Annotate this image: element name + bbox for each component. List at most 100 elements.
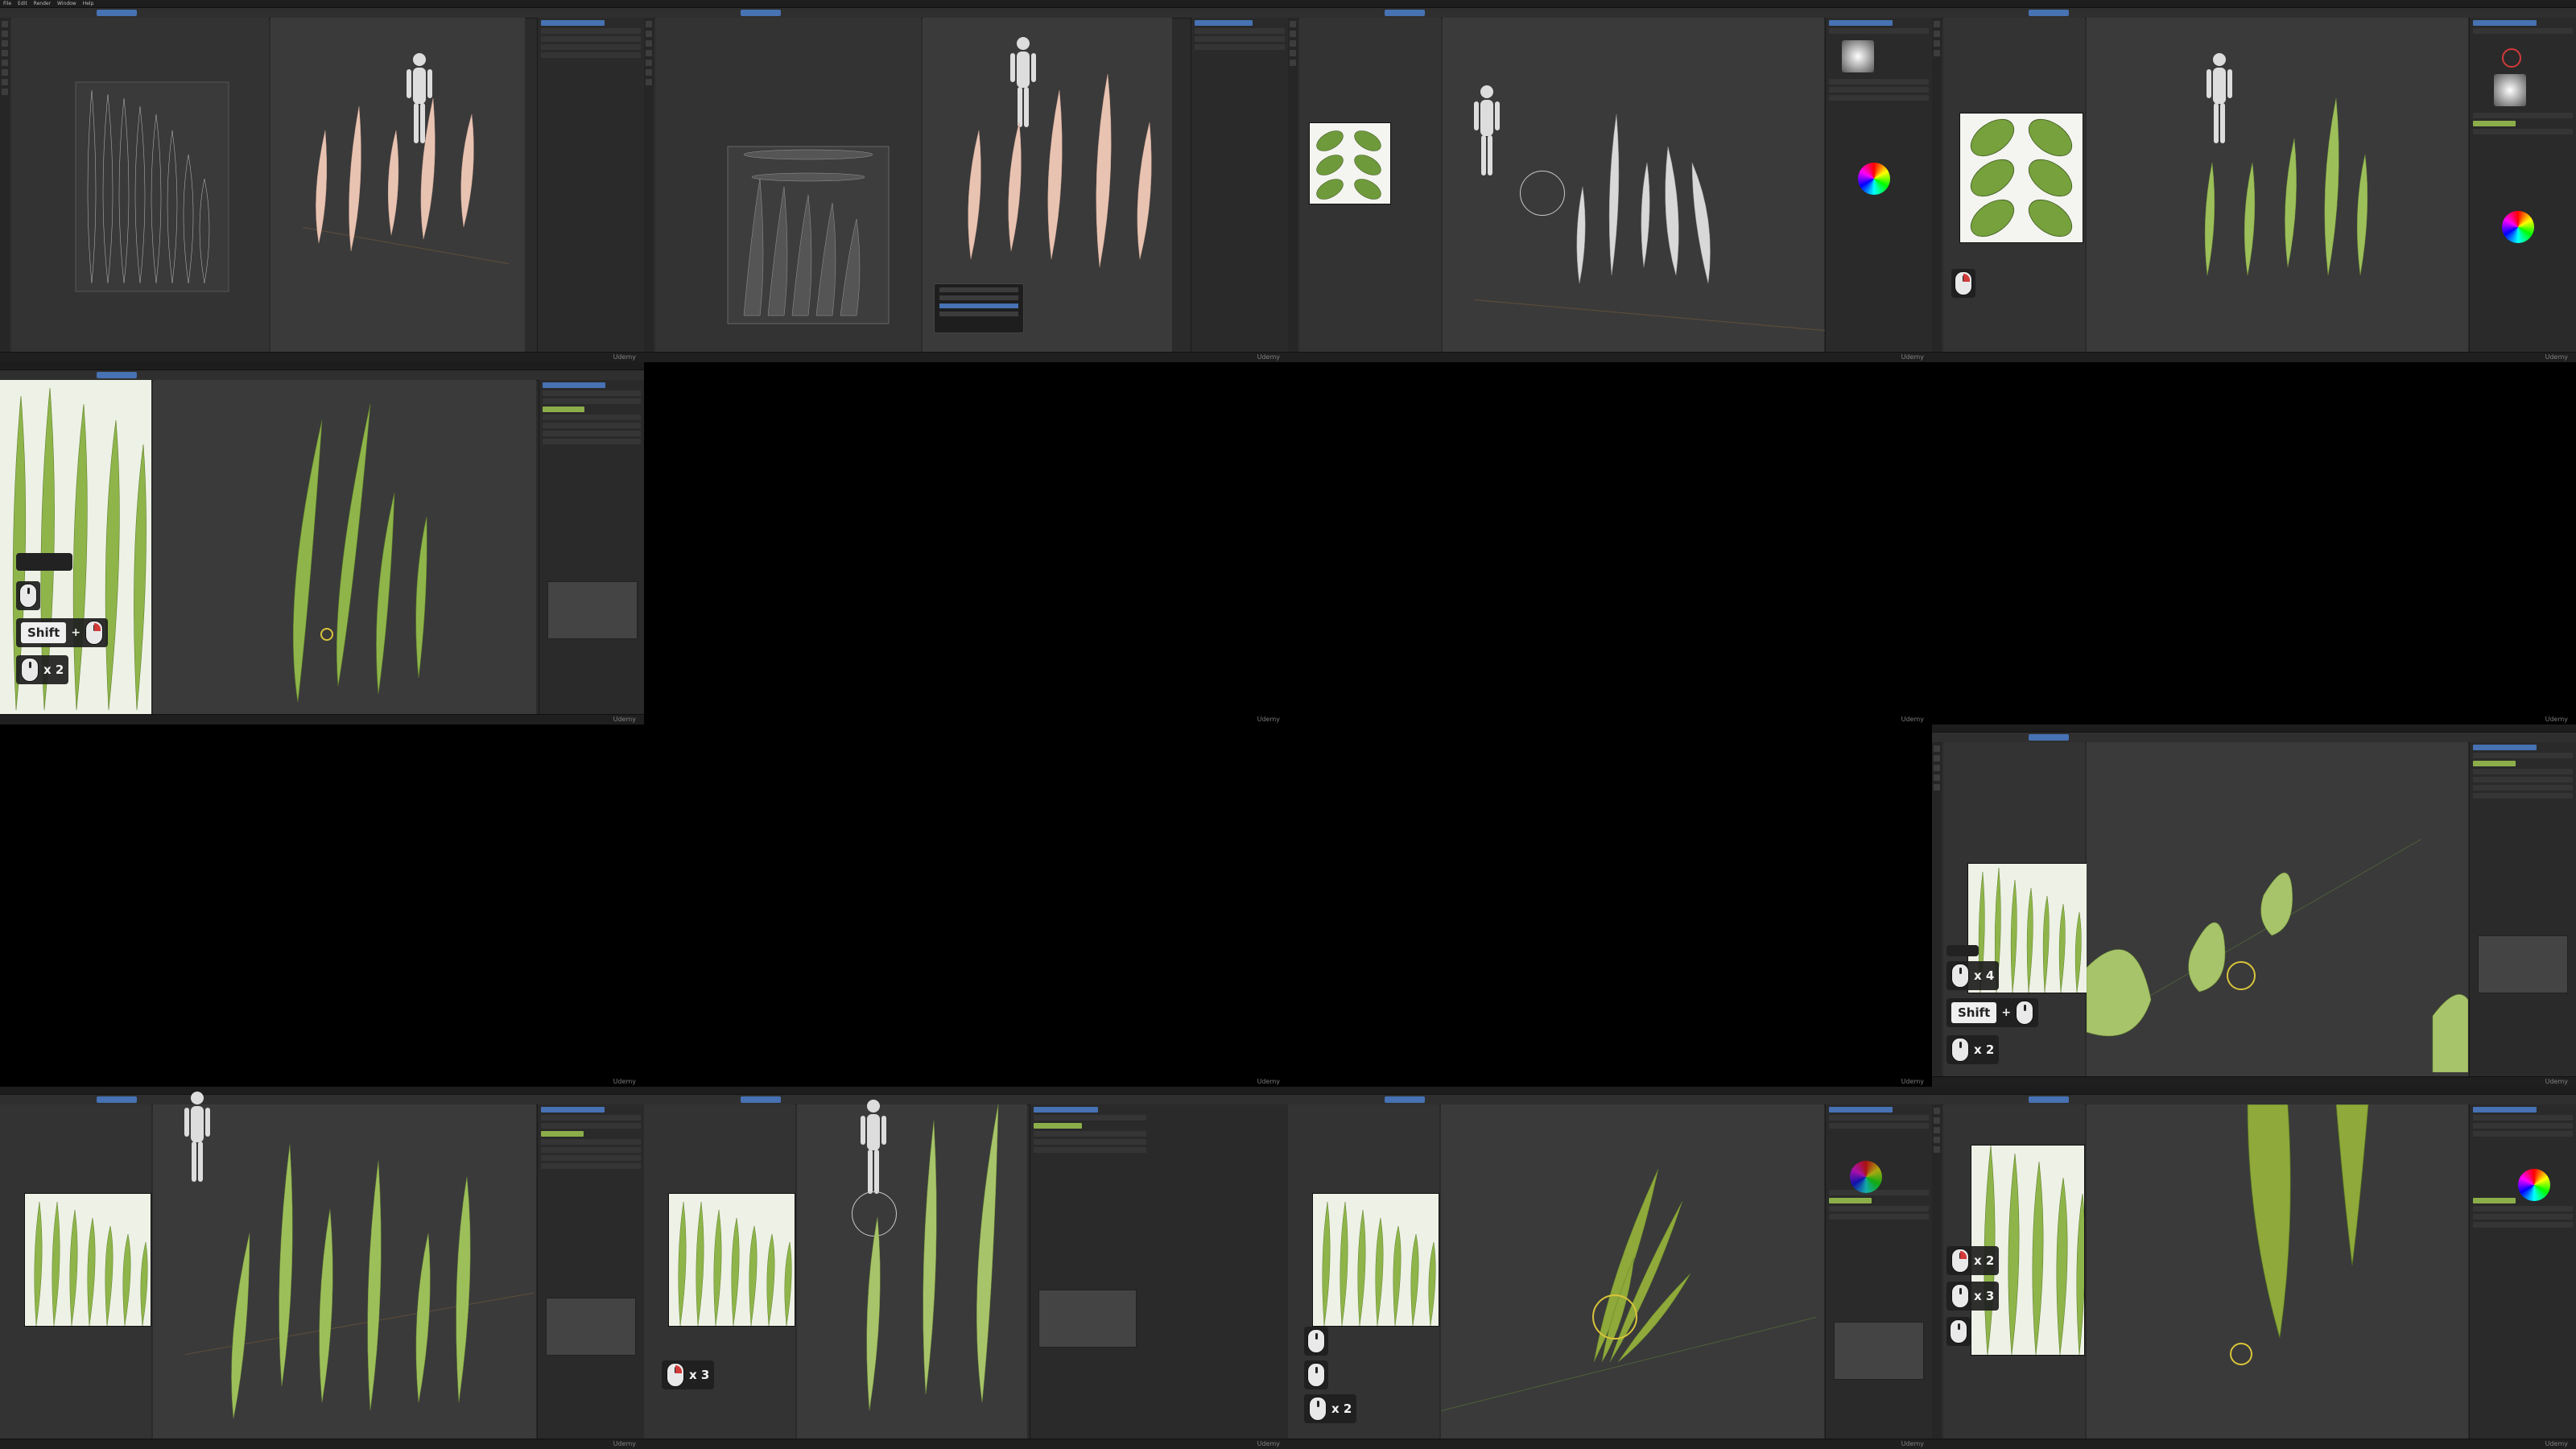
3d-viewport[interactable] bbox=[2086, 742, 2468, 1077]
brush-cursor bbox=[1592, 1294, 1637, 1340]
falloff-curve[interactable] bbox=[1834, 1322, 1924, 1380]
menu-bar bbox=[1932, 724, 2576, 733]
active-mode-button[interactable] bbox=[2029, 1096, 2069, 1103]
mouse-right-click-icon bbox=[667, 1363, 684, 1387]
frame-12: x 4 Shift + x 2 Udemy bbox=[1932, 724, 2576, 1087]
image-editor[interactable]: x 2 bbox=[1288, 1104, 1439, 1439]
menu-bar bbox=[1288, 1087, 1932, 1095]
active-mode-button[interactable] bbox=[97, 372, 137, 378]
watermark: Udemy bbox=[2545, 1078, 2568, 1085]
tool-strip[interactable] bbox=[1932, 18, 1942, 353]
tool-strip[interactable] bbox=[644, 18, 654, 353]
context-popup[interactable] bbox=[934, 283, 1024, 333]
image-editor[interactable] bbox=[1943, 18, 2085, 353]
mouse-left-click-icon bbox=[1307, 1363, 1325, 1387]
3d-viewport[interactable] bbox=[2087, 1104, 2468, 1439]
active-mode-button[interactable] bbox=[1385, 1096, 1425, 1103]
3d-viewport[interactable] bbox=[270, 18, 525, 353]
menu-bar bbox=[1932, 0, 2576, 8]
uv-editor[interactable] bbox=[655, 18, 921, 353]
shift-key-label: Shift bbox=[21, 622, 67, 643]
active-mode-button[interactable] bbox=[741, 10, 781, 16]
grass-blades bbox=[231, 1144, 471, 1419]
falloff-curve[interactable] bbox=[546, 1298, 636, 1356]
active-mode-button[interactable] bbox=[741, 1096, 781, 1103]
3d-viewport[interactable] bbox=[153, 1092, 536, 1439]
color-wheel[interactable] bbox=[1850, 1161, 1882, 1193]
menu-file[interactable]: File bbox=[3, 1, 11, 6]
menu-bar bbox=[0, 362, 644, 370]
falloff-curve[interactable] bbox=[547, 581, 638, 639]
outliner-properties[interactable] bbox=[1191, 18, 1288, 353]
active-mode-button[interactable] bbox=[1385, 10, 1425, 16]
color-wheel[interactable] bbox=[2502, 211, 2534, 243]
tool-strip[interactable] bbox=[1932, 742, 1942, 1077]
frame-4: Udemy bbox=[1932, 0, 2576, 362]
grass-texture bbox=[24, 1193, 151, 1327]
mouse-right-click-icon bbox=[1951, 1249, 1969, 1273]
properties-panel[interactable] bbox=[2469, 18, 2576, 353]
properties-panel[interactable] bbox=[2469, 1104, 2576, 1439]
tool-strip[interactable] bbox=[1932, 1104, 1942, 1439]
3d-viewport[interactable] bbox=[2087, 18, 2468, 353]
frame-3: Udemy bbox=[1288, 0, 1932, 362]
grass-texture bbox=[668, 1193, 795, 1327]
active-mode-button[interactable] bbox=[2029, 734, 2069, 741]
status-bar bbox=[644, 352, 1288, 362]
3d-viewport[interactable] bbox=[797, 1100, 1027, 1439]
uv-wireframe bbox=[75, 81, 229, 292]
mouse-click-badge bbox=[1951, 269, 1975, 298]
active-mode-button[interactable] bbox=[2029, 10, 2069, 16]
frame-10: Udemy bbox=[644, 724, 1288, 1087]
properties-panel[interactable] bbox=[1030, 1104, 1288, 1439]
menu-render[interactable]: Render bbox=[34, 1, 51, 6]
status-bar bbox=[1288, 352, 1932, 362]
image-editor[interactable]: x 2 x 3 bbox=[1943, 1104, 2086, 1439]
video-contact-sheet: File Edit Render Window Help Udemy Udemy… bbox=[0, 0, 2576, 1449]
properties-panel[interactable] bbox=[537, 1104, 644, 1439]
watermark: Udemy bbox=[1257, 1078, 1280, 1085]
color-wheel[interactable] bbox=[2518, 1169, 2550, 1201]
watermark: Udemy bbox=[2545, 716, 2568, 723]
brush-texture-preview[interactable] bbox=[2494, 74, 2526, 106]
tool-strip[interactable] bbox=[1288, 18, 1298, 353]
falloff-curve[interactable] bbox=[1038, 1290, 1137, 1348]
menu-window[interactable]: Window bbox=[57, 1, 76, 6]
3d-viewport[interactable] bbox=[923, 18, 1172, 353]
image-editor[interactable] bbox=[0, 1104, 151, 1439]
click-count-badge: x 4 bbox=[1946, 961, 2000, 990]
frame-13: Udemy bbox=[0, 1087, 644, 1449]
mouse-left-click-icon bbox=[1951, 1284, 1969, 1308]
image-editor[interactable]: x 3 bbox=[644, 1104, 795, 1439]
color-wheel[interactable] bbox=[1858, 163, 1890, 195]
properties-panel[interactable] bbox=[1825, 18, 1932, 353]
frame-9: Udemy bbox=[0, 724, 644, 1087]
image-editor[interactable]: x 4 Shift + x 2 bbox=[1943, 742, 2090, 1077]
brush-texture-preview[interactable] bbox=[1842, 40, 1874, 72]
3d-viewport[interactable] bbox=[1443, 18, 1828, 353]
active-mode-button[interactable] bbox=[97, 10, 137, 16]
properties-panel[interactable] bbox=[1825, 1104, 1932, 1439]
3d-viewport[interactable] bbox=[1440, 1104, 1824, 1439]
watermark: Udemy bbox=[2545, 1440, 2568, 1447]
active-mode-button[interactable] bbox=[97, 1096, 137, 1103]
watermark: Udemy bbox=[1257, 1440, 1280, 1447]
menu-help[interactable]: Help bbox=[83, 1, 94, 6]
properties-panel[interactable] bbox=[539, 380, 644, 715]
image-editor[interactable]: Shift + x 2 bbox=[0, 380, 151, 715]
3d-viewport[interactable] bbox=[153, 380, 536, 715]
outliner-properties[interactable] bbox=[537, 18, 644, 353]
frame-14: x 3 Udemy bbox=[644, 1087, 1288, 1449]
falloff-curve[interactable] bbox=[2478, 935, 2568, 993]
leaf-planes-peach bbox=[968, 73, 1152, 268]
mouse-right-click-icon bbox=[1955, 271, 1972, 295]
watermark: Udemy bbox=[613, 353, 636, 361]
uv-editor[interactable] bbox=[11, 18, 269, 353]
status-bar bbox=[1932, 1439, 2576, 1449]
image-editor[interactable] bbox=[1299, 18, 1441, 353]
menu-edit[interactable]: Edit bbox=[18, 1, 27, 6]
tool-strip[interactable] bbox=[0, 18, 10, 353]
highlight-circle bbox=[2502, 48, 2521, 68]
properties-panel[interactable] bbox=[2469, 742, 2576, 1077]
menu-bar: File Edit Render Window Help bbox=[0, 0, 644, 8]
